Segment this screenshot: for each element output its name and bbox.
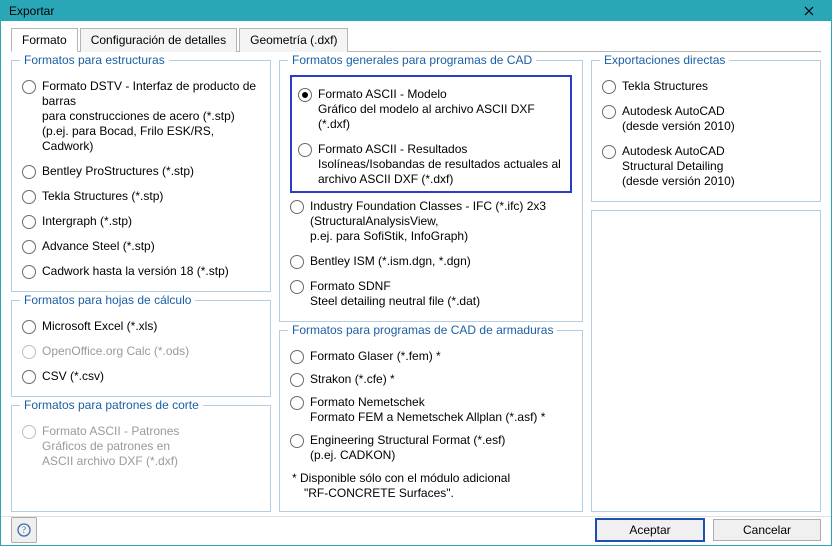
radio-sdnf[interactable] (290, 280, 304, 294)
label-advance-steel: Advance Steel (*.stp) (42, 239, 155, 254)
group-formatos-hojas-calculo: Formatos para hojas de cálculo Microsoft… (11, 300, 271, 397)
group-title: Exportaciones directas (600, 53, 729, 67)
label-csv: CSV (*.csv) (42, 369, 104, 384)
window-title: Exportar (9, 4, 795, 18)
radio-tekla-direct[interactable] (602, 80, 616, 94)
radio-dstv[interactable] (22, 80, 36, 94)
group-title: Formatos para hojas de cálculo (20, 293, 195, 307)
label-excel: Microsoft Excel (*.xls) (42, 319, 157, 334)
radio-intergraph[interactable] (22, 215, 36, 229)
highlight-ascii-options: Formato ASCII - Modelo Gráfico del model… (290, 75, 572, 193)
tab-geometria-dxf[interactable]: Geometría (.dxf) (239, 28, 348, 52)
group-title: Formatos para patrones de corte (20, 398, 203, 412)
radio-strakon[interactable] (290, 373, 304, 387)
label-ifc: Industry Foundation Classes - IFC (*.ifc… (310, 199, 546, 244)
group-title: Formatos para estructuras (20, 53, 169, 67)
label-sdnf: Formato SDNF Steel detailing neutral fil… (310, 279, 480, 309)
tab-config-detalles[interactable]: Configuración de detalles (80, 28, 237, 52)
label-esf: Engineering Structural Format (*.esf) (p… (310, 433, 505, 463)
label-cadwork18: Cadwork hasta la versión 18 (*.stp) (42, 264, 229, 279)
label-autocad-structural: Autodesk AutoCAD Structural Detailing (d… (622, 144, 735, 189)
radio-csv[interactable] (22, 370, 36, 384)
radio-cadwork18[interactable] (22, 265, 36, 279)
label-tekla-structures-stp: Tekla Structures (*.stp) (42, 189, 163, 204)
radio-excel[interactable] (22, 320, 36, 334)
radio-bentley-ism[interactable] (290, 255, 304, 269)
radio-esf[interactable] (290, 434, 304, 448)
radio-bentley-prostructures[interactable] (22, 165, 36, 179)
col-left: Formatos para estructuras Formato DSTV -… (11, 60, 271, 512)
label-nemetschek: Formato Nemetschek Formato FEM a Nemetsc… (310, 395, 545, 425)
dialog-body: Formato Configuración de detalles Geomet… (1, 21, 831, 516)
radio-nemetschek[interactable] (290, 396, 304, 410)
label-dstv: Formato DSTV - Interfaz de producto de b… (42, 79, 260, 154)
label-strakon: Strakon (*.cfe) * (310, 372, 395, 387)
tab-strip: Formato Configuración de detalles Geomet… (11, 27, 821, 52)
label-ascii-patrones: Formato ASCII - Patrones Gráficos de pat… (42, 424, 179, 469)
svg-text:?: ? (22, 525, 26, 535)
dialog-footer: ? Aceptar Cancelar (1, 516, 831, 547)
ok-button[interactable]: Aceptar (595, 518, 705, 542)
group-title: Formatos generales para programas de CAD (288, 53, 536, 67)
radio-openoffice (22, 345, 36, 359)
radio-ascii-patrones (22, 425, 36, 439)
label-glaser: Formato Glaser (*.fem) * (310, 349, 441, 364)
radio-ascii-resultados[interactable] (298, 143, 312, 157)
label-bentley-ism: Bentley ISM (*.ism.dgn, *.dgn) (310, 254, 471, 269)
label-ascii-resultados: Formato ASCII - Resultados Isolíneas/Iso… (318, 142, 561, 187)
radio-glaser[interactable] (290, 350, 304, 364)
group-formatos-patrones-corte: Formatos para patrones de corte Formato … (11, 405, 271, 512)
help-icon: ? (17, 523, 31, 537)
group-formatos-estructuras: Formatos para estructuras Formato DSTV -… (11, 60, 271, 292)
tab-formato[interactable]: Formato (11, 28, 78, 52)
label-openoffice: OpenOffice.org Calc (*.ods) (42, 344, 189, 359)
footnote-module: * Disponible sólo con el módulo adiciona… (290, 471, 572, 501)
group-formatos-cad-armaduras: Formatos para programas de CAD de armadu… (279, 330, 583, 512)
label-autocad: Autodesk AutoCAD (desde versión 2010) (622, 104, 735, 134)
radio-autocad-structural[interactable] (602, 145, 616, 159)
label-intergraph: Intergraph (*.stp) (42, 214, 132, 229)
help-button[interactable]: ? (11, 517, 37, 543)
label-tekla-direct: Tekla Structures (622, 79, 708, 94)
label-ascii-modelo: Formato ASCII - Modelo Gráfico del model… (318, 87, 564, 132)
group-empty-right (591, 210, 821, 512)
radio-tekla-structures-stp[interactable] (22, 190, 36, 204)
titlebar: Exportar (1, 1, 831, 21)
label-bentley-prostructures: Bentley ProStructures (*.stp) (42, 164, 194, 179)
col-mid: Formatos generales para programas de CAD… (279, 60, 583, 512)
radio-ascii-modelo[interactable] (298, 88, 312, 102)
close-icon (804, 6, 814, 16)
group-title: Formatos para programas de CAD de armadu… (288, 323, 557, 337)
radio-autocad[interactable] (602, 105, 616, 119)
group-exportaciones-directas: Exportaciones directas Tekla Structures … (591, 60, 821, 202)
close-button[interactable] (795, 1, 823, 21)
cancel-button[interactable]: Cancelar (713, 519, 821, 541)
tab-content: Formatos para estructuras Formato DSTV -… (11, 52, 821, 512)
radio-ifc[interactable] (290, 200, 304, 214)
col-right: Exportaciones directas Tekla Structures … (591, 60, 821, 512)
group-formatos-generales-cad: Formatos generales para programas de CAD… (279, 60, 583, 322)
radio-advance-steel[interactable] (22, 240, 36, 254)
